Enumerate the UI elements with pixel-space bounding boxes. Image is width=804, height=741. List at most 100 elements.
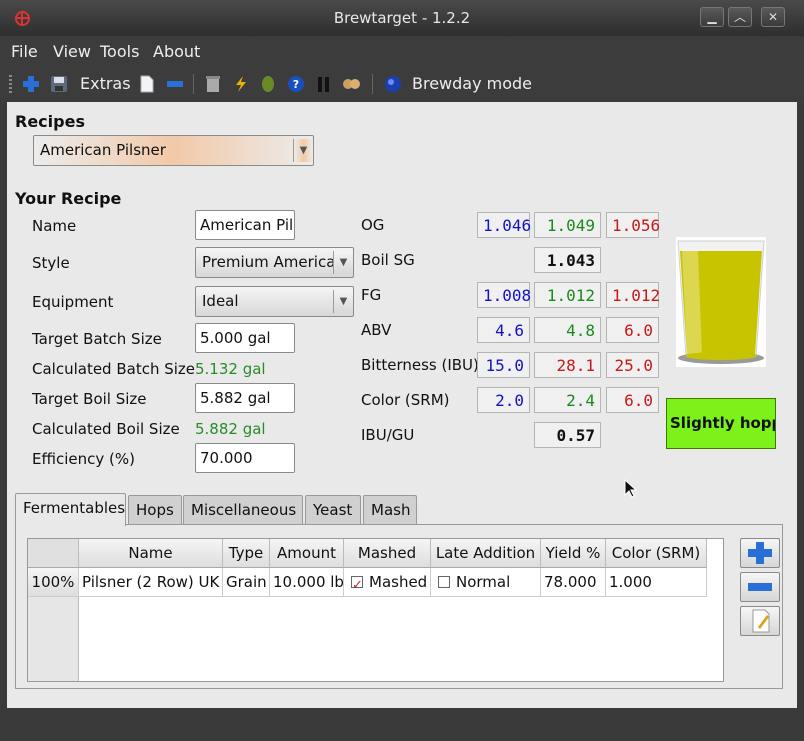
mashed-checkbox[interactable] [351, 572, 363, 596]
srm-value: 2.4 [534, 387, 601, 413]
minus-icon [748, 583, 772, 591]
app-window: Brewtarget - 1.2.2 ▁ ︿ ✕ File View Tools… [0, 0, 804, 741]
menu-about[interactable]: About [153, 42, 200, 61]
ibu-max: 25.0 [606, 352, 659, 378]
row-header-percent[interactable]: 100% [28, 568, 79, 597]
misc-icon[interactable] [342, 75, 362, 93]
cell-late-label: Normal [456, 573, 511, 591]
hop-icon[interactable] [259, 75, 277, 93]
srm-min: 2.0 [477, 387, 530, 413]
name-label: Name [32, 217, 77, 235]
svg-text:?: ? [293, 78, 299, 91]
cell-mashed-label: Mashed [369, 573, 428, 591]
hoppiness-badge: Slightly hoppy [666, 398, 776, 449]
tab-mash[interactable]: Mash [363, 495, 417, 525]
recipes-heading: Recipes [15, 112, 85, 131]
col-color[interactable]: Color (SRM) [606, 539, 707, 568]
toolbar: Extras ? Brewday mode [0, 66, 804, 102]
ibugu-value: 0.57 [534, 422, 601, 448]
col-late-addition[interactable]: Late Addition [431, 539, 541, 568]
remove-fermentable-button[interactable] [740, 572, 780, 602]
help-icon[interactable]: ? [287, 75, 305, 93]
toolbar-grip[interactable] [9, 75, 12, 93]
yeast-icon[interactable] [316, 75, 332, 93]
og-max: 1.056 [606, 212, 660, 238]
table-corner [28, 539, 79, 568]
srm-max: 6.0 [606, 387, 659, 413]
menu-file[interactable]: File [11, 42, 38, 61]
mouse-cursor-icon [624, 479, 638, 498]
late-addition-checkbox[interactable] [438, 576, 450, 588]
col-type[interactable]: Type [223, 539, 270, 568]
plus-icon [748, 542, 772, 564]
col-mashed[interactable]: Mashed [344, 539, 431, 568]
beer-glass-icon [676, 237, 766, 367]
remove-icon[interactable] [166, 75, 184, 93]
title-bar: Brewtarget - 1.2.2 ▁ ︿ ✕ [0, 0, 804, 36]
save-icon[interactable] [50, 75, 68, 93]
cell-name[interactable]: Pilsner (2 Row) UK [79, 568, 223, 597]
edit-fermentable-button[interactable] [740, 606, 780, 636]
boil-sg-value: 1.043 [534, 247, 601, 273]
ibu-label: Bitterness (IBU) [361, 356, 479, 374]
maximize-button[interactable]: ︿ [728, 7, 752, 27]
tab-yeast[interactable]: Yeast [305, 495, 361, 525]
ibu-min: 15.0 [477, 352, 530, 378]
cell-color[interactable]: 1.000 [606, 568, 707, 597]
target-boil-input[interactable]: 5.882 gal [195, 383, 295, 413]
cell-yield[interactable]: 78.000 [541, 568, 606, 597]
brewday-icon[interactable] [384, 75, 402, 93]
brewday-mode-button[interactable]: Brewday mode [412, 74, 532, 93]
col-name[interactable]: Name [79, 539, 223, 568]
add-fermentable-button[interactable] [740, 538, 780, 568]
name-input[interactable]: American Pilsner [195, 210, 295, 240]
chevron-down-icon: ▼ [333, 251, 353, 274]
abv-value: 4.8 [534, 317, 601, 343]
boil-sg-label: Boil SG [361, 251, 415, 269]
tab-miscellaneous[interactable]: Miscellaneous [183, 495, 303, 525]
calc-boil-label: Calculated Boil Size [32, 420, 180, 438]
style-select[interactable]: Premium American Lager ▼ [195, 247, 354, 278]
new-recipe-icon[interactable] [22, 75, 40, 93]
tab-hops[interactable]: Hops [128, 495, 182, 525]
menu-tools[interactable]: Tools [100, 42, 139, 61]
document-icon[interactable] [140, 75, 154, 93]
srm-label: Color (SRM) [361, 391, 450, 409]
ibugu-label: IBU/GU [361, 426, 415, 444]
equipment-select[interactable]: Ideal ▼ [195, 286, 354, 317]
recipe-select-value: American Pilsner [40, 141, 166, 159]
menu-view[interactable]: View [53, 42, 91, 61]
calc-batch-label: Calculated Batch Size [32, 360, 196, 378]
your-recipe-heading: Your Recipe [15, 189, 122, 208]
efficiency-input[interactable]: 70.000 [195, 443, 295, 473]
lightning-icon[interactable] [232, 75, 250, 93]
fg-min: 1.008 [477, 282, 531, 308]
cell-type[interactable]: Grain [223, 568, 270, 597]
calc-boil-value: 5.882 gal [195, 420, 266, 438]
cell-late-addition[interactable]: Normal [431, 568, 541, 597]
fermentables-pane: Name Type Amount Mashed Late Addition Yi… [15, 524, 783, 689]
menu-bar: File View Tools About [0, 36, 804, 66]
cell-amount[interactable]: 10.000 lb [270, 568, 344, 597]
og-label: OG [361, 216, 385, 234]
calc-batch-value: 5.132 gal [195, 360, 266, 378]
recipe-select[interactable]: American Pilsner ▼ [33, 135, 314, 166]
minimize-button[interactable]: ▁ [700, 7, 724, 27]
equipment-select-value: Ideal [202, 292, 239, 310]
trash-icon[interactable] [205, 75, 221, 93]
cell-mashed[interactable]: Mashed [344, 568, 431, 597]
fg-max: 1.012 [606, 282, 660, 308]
target-batch-input[interactable]: 5.000 gal [195, 323, 295, 353]
window-title: Brewtarget - 1.2.2 [333, 9, 471, 27]
extras-button[interactable]: Extras [80, 74, 131, 93]
close-button[interactable]: ✕ [761, 7, 785, 27]
tab-fermentables[interactable]: Fermentables [15, 493, 126, 526]
col-yield[interactable]: Yield % [541, 539, 606, 568]
chevron-down-icon: ▼ [293, 139, 313, 162]
ibu-value: 28.1 [534, 352, 601, 378]
abv-max: 6.0 [606, 317, 659, 343]
equipment-label: Equipment [32, 293, 114, 311]
fg-value: 1.012 [534, 282, 601, 308]
col-amount[interactable]: Amount [270, 539, 344, 568]
fermentables-table[interactable]: Name Type Amount Mashed Late Addition Yi… [27, 538, 724, 682]
